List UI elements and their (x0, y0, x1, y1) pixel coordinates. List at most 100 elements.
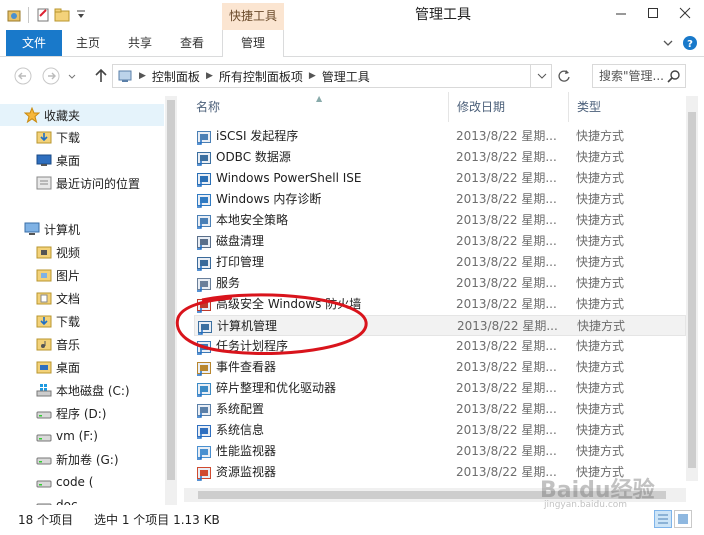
nav-item-videos[interactable]: 视频 (0, 241, 164, 263)
nav-item-recent-places[interactable]: 最近访问的位置 (0, 172, 164, 194)
properties-icon[interactable] (35, 7, 51, 23)
address-history-chevron-icon[interactable] (530, 64, 552, 88)
file-type: 快捷方式 (576, 129, 625, 143)
file-row[interactable]: 系统配置 2013/8/22 星期... 快捷方式 (194, 399, 686, 420)
file-type: 快捷方式 (576, 423, 625, 437)
file-type: 快捷方式 (576, 297, 625, 311)
column-header-name[interactable]: 名称 (188, 92, 448, 122)
file-row[interactable]: 高级安全 Windows 防火墙 2013/8/22 星期... 快捷方式 (194, 294, 686, 315)
expand-ribbon-chevron-icon[interactable] (662, 37, 674, 52)
nav-item-label: doc (56, 498, 78, 505)
shortcut-icon (196, 402, 212, 418)
shortcut-icon (196, 444, 212, 460)
breadcrumb-arrow-icon[interactable]: ▶ (204, 71, 215, 81)
nav-item-drive-doc[interactable]: doc (0, 494, 164, 505)
nav-item-desktop-2[interactable]: 桌面 (0, 356, 164, 378)
recent-locations-chevron-icon[interactable] (66, 66, 78, 86)
nav-item-pictures[interactable]: 图片 (0, 264, 164, 286)
back-button[interactable] (12, 66, 34, 86)
nav-item-documents[interactable]: 文档 (0, 287, 164, 309)
file-row[interactable]: 磁盘清理 2013/8/22 星期... 快捷方式 (194, 231, 686, 252)
file-row[interactable]: 打印管理 2013/8/22 星期... 快捷方式 (194, 252, 686, 273)
breadcrumb-control-panel[interactable]: 控制面板 (148, 68, 204, 85)
file-row[interactable]: ODBC 数据源 2013/8/22 星期... 快捷方式 (194, 147, 686, 168)
window-controls (608, 2, 698, 24)
breadcrumb-arrow-icon[interactable]: ▶ (137, 71, 148, 81)
tab-manage[interactable]: 管理 (222, 30, 284, 57)
file-name: 本地安全策略 (216, 213, 289, 227)
shortcut-icon (196, 465, 212, 481)
nav-scrollbar-thumb[interactable] (167, 100, 175, 480)
drive-icon (36, 474, 52, 490)
refresh-button[interactable] (553, 64, 575, 88)
nav-item-drive-d[interactable]: 程序 (D:) (0, 402, 164, 424)
nav-item-downloads-2[interactable]: 下载 (0, 310, 164, 332)
help-icon[interactable]: ? (682, 35, 698, 54)
music-folder-icon (36, 336, 52, 352)
file-name: Windows PowerShell ISE (216, 171, 362, 185)
search-icon[interactable] (666, 69, 682, 85)
column-header-date[interactable]: 修改日期 (448, 92, 566, 122)
maximize-button[interactable] (640, 2, 666, 24)
file-row[interactable]: 服务 2013/8/22 星期... 快捷方式 (194, 273, 686, 294)
file-row[interactable]: 本地安全策略 2013/8/22 星期... 快捷方式 (194, 210, 686, 231)
breadcrumb-arrow-icon[interactable]: ▶ (307, 71, 318, 81)
file-name: 性能监视器 (216, 444, 277, 458)
selection-info: 选中 1 个项目 1.13 KB (94, 513, 220, 527)
item-count: 18 个项目 (18, 513, 74, 527)
file-row[interactable]: Windows PowerShell ISE 2013/8/22 星期... 快捷方… (194, 168, 686, 189)
up-button[interactable] (90, 66, 112, 86)
file-row[interactable]: 任务计划程序 2013/8/22 星期... 快捷方式 (194, 336, 686, 357)
vertical-scrollbar-thumb[interactable] (688, 112, 696, 468)
file-row[interactable]: 碎片整理和优化驱动器 2013/8/22 星期... 快捷方式 (194, 378, 686, 399)
file-type: 快捷方式 (576, 213, 625, 227)
nav-item-desktop[interactable]: 桌面 (0, 149, 164, 171)
file-type: 快捷方式 (576, 339, 625, 353)
downloads-folder-icon (36, 129, 52, 145)
file-name: iSCSI 发起程序 (216, 129, 299, 143)
file-row[interactable]: 性能监视器 2013/8/22 星期... 快捷方式 (194, 441, 686, 462)
nav-item-downloads[interactable]: 下载 (0, 126, 164, 148)
tab-file[interactable]: 文件 (6, 30, 62, 56)
shortcut-icon (196, 192, 212, 208)
nav-item-label: 文档 (56, 291, 81, 306)
window-menu-icon[interactable] (6, 7, 22, 23)
nav-item-label: 最近访问的位置 (56, 176, 141, 191)
nav-item-drive-g[interactable]: 新加卷 (G:) (0, 448, 164, 470)
file-type: 快捷方式 (576, 171, 625, 185)
nav-item-label: 新加卷 (G:) (56, 452, 119, 467)
file-row[interactable]: 系统信息 2013/8/22 星期... 快捷方式 (194, 420, 686, 441)
nav-favorites[interactable]: 收藏夹 (0, 104, 164, 126)
close-button[interactable] (672, 2, 698, 24)
shortcut-icon (197, 319, 213, 335)
file-date: 2013/8/22 星期... (456, 171, 557, 185)
baidu-watermark: Baidu经验 jingyan.baidu.com (540, 472, 690, 516)
tab-home[interactable]: 主页 (66, 30, 110, 56)
nav-computer[interactable]: 计算机 (0, 218, 164, 240)
customize-toolbar-chevron-icon[interactable] (73, 7, 89, 23)
column-header-type[interactable]: 类型 (568, 92, 686, 122)
file-row[interactable]: 事件查看器 2013/8/22 星期... 快捷方式 (194, 357, 686, 378)
address-row: ▶ 控制面板 ▶ 所有控制面板项 ▶ 管理工具 搜索"管理... (0, 58, 704, 92)
breadcrumb-admin-tools[interactable]: 管理工具 (318, 68, 374, 85)
new-folder-icon[interactable] (54, 7, 70, 23)
nav-scrollbar[interactable] (165, 96, 177, 505)
nav-item-drive-c[interactable]: 本地磁盘 (C:) (0, 379, 164, 401)
file-row[interactable]: 计算机管理 2013/8/22 星期... 快捷方式 (194, 315, 686, 336)
nav-item-music[interactable]: 音乐 (0, 333, 164, 355)
shortcut-icon (196, 129, 212, 145)
address-bar[interactable]: ▶ 控制面板 ▶ 所有控制面板项 ▶ 管理工具 (112, 64, 552, 88)
file-list-vertical-scrollbar[interactable] (686, 96, 698, 481)
nav-item-drive-f[interactable]: vm (F:) (0, 425, 164, 447)
file-date: 2013/8/22 星期... (456, 213, 557, 227)
file-row[interactable]: iSCSI 发起程序 2013/8/22 星期... 快捷方式 (194, 126, 686, 147)
tab-share[interactable]: 共享 (118, 30, 162, 56)
breadcrumb-all-items[interactable]: 所有控制面板项 (215, 68, 307, 85)
forward-button[interactable] (40, 66, 62, 86)
minimize-button[interactable] (608, 2, 634, 24)
nav-item-drive-code[interactable]: code ( (0, 471, 164, 493)
tab-view[interactable]: 查看 (170, 30, 214, 56)
file-type: 快捷方式 (576, 381, 625, 395)
file-row[interactable]: Windows 内存诊断 2013/8/22 星期... 快捷方式 (194, 189, 686, 210)
file-type: 快捷方式 (576, 276, 625, 290)
